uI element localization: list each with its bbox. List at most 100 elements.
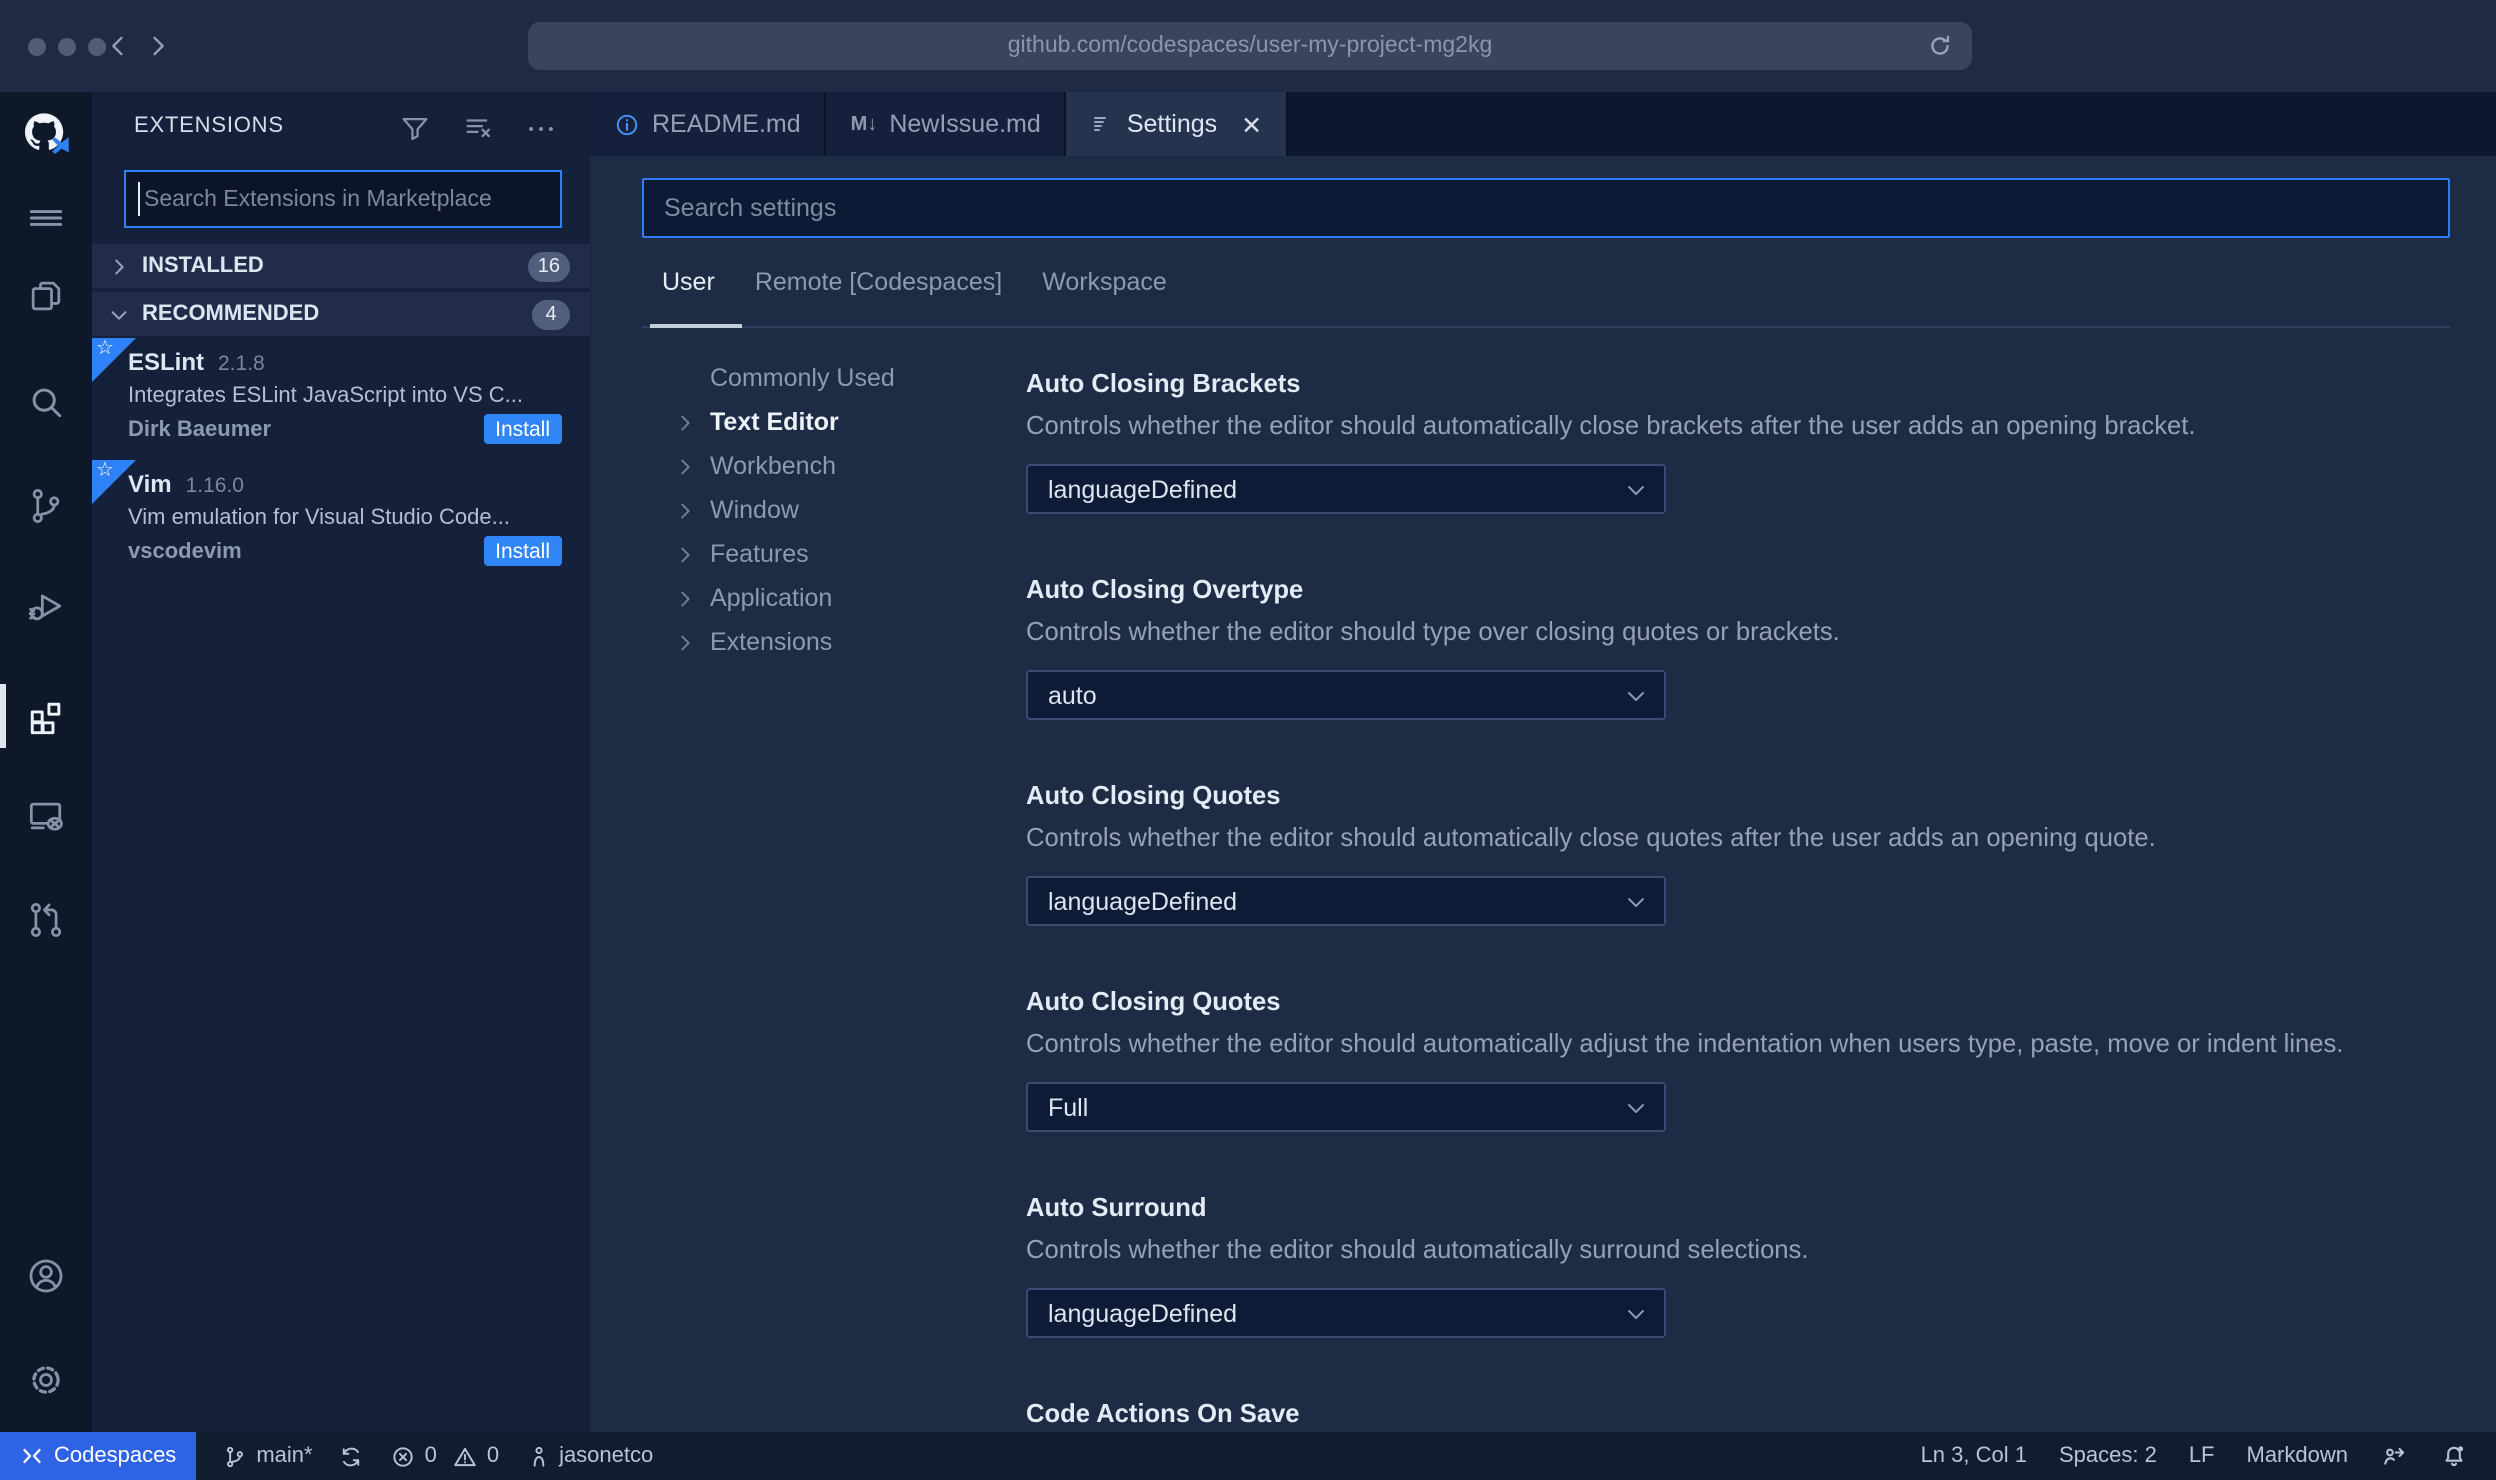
toc-features[interactable]: Features [590, 532, 1026, 576]
tab-strip: README.md M↓ NewIssue.md Settings ✕ [590, 92, 2496, 156]
setting-title: Code Actions On Save [1026, 1398, 1300, 1428]
branch-status[interactable]: main* [222, 1443, 313, 1469]
reload-icon[interactable] [1926, 32, 1954, 60]
toc-application[interactable]: Application [590, 576, 1026, 620]
section-label: RECOMMENDED [142, 302, 320, 326]
tab-label: Settings [1126, 110, 1218, 138]
tab-settings[interactable]: Settings ✕ [1066, 92, 1289, 156]
extension-name: ESLint 2.1.8 [128, 348, 265, 376]
source-control-icon[interactable] [24, 484, 68, 528]
scope-tab-user[interactable]: User [662, 268, 715, 296]
clear-extensions-icon[interactable] [462, 112, 496, 146]
dropdown-value: languageDefined [1048, 887, 1238, 915]
chevron-down-icon [1624, 1301, 1648, 1325]
notifications-bell-icon[interactable] [2440, 1442, 2468, 1470]
cursor-position[interactable]: Ln 3, Col 1 [1921, 1444, 2027, 1468]
settings-list: Auto Closing Brackets Controls whether t… [1026, 366, 2450, 1480]
active-view-indicator [0, 684, 5, 748]
extension-item-vim[interactable]: ☆ Vim 1.16.0 Vim emulation for Visual Stu… [92, 460, 590, 582]
setting-title: Auto Surround [1026, 1192, 1207, 1222]
editor-area: README.md M↓ NewIssue.md Settings ✕ U [590, 92, 2496, 1432]
extension-publisher: Dirk Baeumer [128, 418, 272, 442]
settings-toc: Commonly Used Text Editor Workbench Wind… [590, 356, 1026, 664]
sidebar-title: EXTENSIONS [134, 114, 284, 138]
star-icon: ☆ [96, 460, 114, 482]
info-icon [614, 111, 640, 137]
scope-tab-workspace[interactable]: Workspace [1042, 268, 1167, 296]
settings-search-input[interactable] [642, 178, 2450, 238]
feedback-icon[interactable] [2380, 1442, 2408, 1470]
search-icon[interactable] [24, 380, 68, 424]
extension-description: Vim emulation for Visual Studio Code... [128, 506, 510, 530]
language-mode[interactable]: Markdown [2247, 1444, 2349, 1468]
chevron-down-icon [1624, 1095, 1648, 1119]
section-label: INSTALLED [142, 254, 264, 278]
install-button[interactable]: Install [483, 414, 562, 444]
tab-readme[interactable]: README.md [590, 92, 827, 156]
section-installed[interactable]: INSTALLED 16 [92, 244, 590, 288]
setting-auto-closing-quotes: Auto Closing Quotes Controls whether the… [1026, 778, 2450, 926]
problems-status[interactable]: 0 0 [391, 1443, 500, 1469]
warnings-icon [453, 1443, 479, 1469]
setting-auto-closing-quotes-2: Auto Closing Quotes Controls whether the… [1026, 984, 2450, 1132]
remote-indicator[interactable]: Codespaces [0, 1432, 197, 1480]
settings-gear-icon[interactable] [24, 1358, 68, 1402]
eol-type[interactable]: LF [2189, 1444, 2215, 1468]
setting-dropdown[interactable]: languageDefined [1026, 1288, 1666, 1338]
extension-publisher: vscodevim [128, 540, 242, 564]
extensions-sidebar: EXTENSIONS INSTALLED 16 [92, 92, 590, 1432]
toc-commonly-used[interactable]: Commonly Used [590, 356, 1026, 400]
settings-list-icon [1091, 112, 1115, 136]
pull-requests-icon[interactable] [24, 898, 68, 942]
filter-icon[interactable] [398, 112, 432, 146]
toc-text-editor[interactable]: Text Editor [590, 400, 1026, 444]
extension-item-eslint[interactable]: ☆ ESLint 2.1.8 Integrates ESLint JavaScri… [92, 338, 590, 460]
toc-extensions[interactable]: Extensions [590, 620, 1026, 664]
setting-dropdown[interactable]: Full [1026, 1082, 1666, 1132]
star-icon: ☆ [96, 338, 114, 360]
user-name: jasonetco [559, 1444, 654, 1468]
text-cursor [138, 182, 140, 216]
markdown-icon: M↓ [850, 113, 878, 135]
setting-dropdown[interactable]: languageDefined [1026, 876, 1666, 926]
chevron-down-icon [1624, 889, 1648, 913]
extension-version: 2.1.8 [218, 352, 265, 376]
toc-workbench[interactable]: Workbench [590, 444, 1026, 488]
remote-explorer-icon[interactable] [24, 794, 68, 838]
setting-auto-closing-overtype: Auto Closing Overtype Controls whether t… [1026, 572, 2450, 720]
sync-status[interactable] [339, 1443, 365, 1469]
account-icon[interactable] [24, 1254, 68, 1298]
browser-back-icon[interactable] [104, 32, 132, 60]
setting-title: Auto Closing Brackets [1026, 368, 1301, 398]
install-button[interactable]: Install [483, 536, 562, 566]
setting-dropdown[interactable]: auto [1026, 670, 1666, 720]
explorer-icon[interactable] [24, 274, 68, 318]
menu-icon[interactable] [24, 196, 68, 240]
indentation[interactable]: Spaces: 2 [2059, 1444, 2157, 1468]
setting-description: Controls whether the editor should autom… [1026, 1234, 1809, 1264]
dropdown-value: languageDefined [1048, 475, 1238, 503]
browser-forward-icon[interactable] [144, 32, 172, 60]
window-close-dot[interactable] [28, 38, 46, 56]
scope-tab-remote[interactable]: Remote [Codespaces] [755, 268, 1002, 296]
url-text: github.com/codespaces/user-my-project-mg… [1007, 34, 1493, 58]
run-debug-icon[interactable] [24, 584, 68, 628]
warnings-count: 0 [486, 1444, 500, 1468]
setting-description: Controls whether the editor should autom… [1026, 822, 2156, 852]
close-icon[interactable]: ✕ [1241, 109, 1262, 139]
errors-count: 0 [424, 1444, 437, 1468]
setting-dropdown[interactable]: languageDefined [1026, 464, 1666, 514]
dropdown-value: auto [1048, 681, 1097, 709]
window-minimize-dot[interactable] [58, 38, 76, 56]
extensions-icon[interactable] [24, 694, 68, 738]
branch-name: main* [256, 1444, 313, 1468]
more-actions-icon[interactable] [524, 112, 558, 146]
app-window: github.com/codespaces/user-my-project-mg… [0, 0, 2496, 1480]
status-bar: Codespaces main* 0 0 jasonetco Ln 3, Col… [0, 1432, 2496, 1480]
extensions-search-input[interactable] [124, 170, 562, 228]
tab-newissue[interactable]: M↓ NewIssue.md [826, 92, 1067, 156]
toc-window[interactable]: Window [590, 488, 1026, 532]
address-bar[interactable]: github.com/codespaces/user-my-project-mg… [528, 22, 1972, 70]
user-status[interactable]: jasonetco [525, 1443, 653, 1469]
section-recommended[interactable]: RECOMMENDED 4 [92, 292, 590, 336]
